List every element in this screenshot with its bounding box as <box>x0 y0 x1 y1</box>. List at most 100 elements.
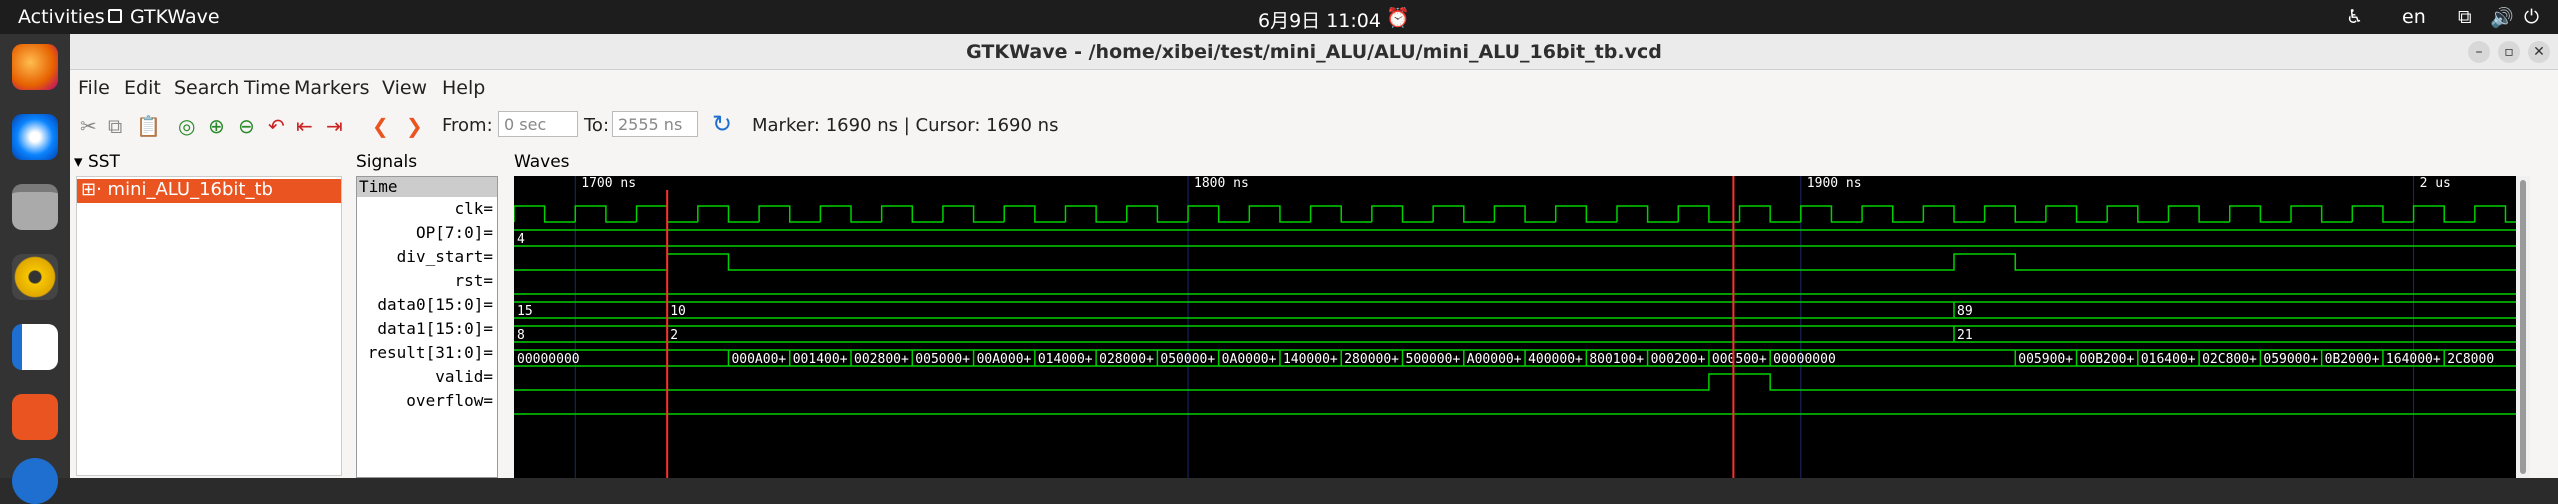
system-top-bar: Activities GTKWave 6月9日 11:04 ⏰ ♿ en ⧉ 🔊… <box>0 0 2558 34</box>
files-icon[interactable] <box>12 184 58 230</box>
undo-zoom-icon[interactable]: ↶ <box>268 114 285 138</box>
maximize-button[interactable]: ▫ <box>2498 41 2520 63</box>
minimize-button[interactable]: – <box>2468 41 2490 63</box>
result-value: 001400+ <box>793 352 848 367</box>
writer-icon[interactable] <box>12 324 58 370</box>
data0-value: 89 <box>1957 304 1973 319</box>
signals-list: Time clk= OP[7:0]= div_start= rst= data0… <box>356 176 498 478</box>
result-value: 140000+ <box>1283 352 1338 367</box>
gtkwave-window: GTKWave - /home/xibei/test/mini_ALU/ALU/… <box>70 34 2558 478</box>
close-button[interactable]: ✕ <box>2528 41 2550 63</box>
result-value: 005000+ <box>915 352 970 367</box>
time-label: 1700 ns <box>581 176 636 191</box>
signal-overflow[interactable]: overflow= <box>406 391 493 410</box>
result-value: 400000+ <box>1528 352 1583 367</box>
app-icon <box>108 9 122 23</box>
time-label: 1800 ns <box>1194 176 1249 191</box>
reload-icon[interactable]: ↻ <box>712 110 732 138</box>
language-indicator[interactable]: en <box>2402 6 2426 28</box>
signal-clk[interactable]: clk= <box>454 199 493 218</box>
menu-time[interactable]: Time <box>244 77 291 99</box>
menu-view[interactable]: View <box>382 77 427 99</box>
thunderbird-icon[interactable] <box>12 114 58 160</box>
module-icon: ⊞⋅ <box>81 179 108 200</box>
accessibility-icon[interactable]: ♿ <box>2346 6 2363 28</box>
from-field[interactable]: 0 sec <box>498 111 578 137</box>
waves-title: Waves <box>514 152 570 172</box>
result-value: 164000+ <box>2386 352 2441 367</box>
scrollbar-thumb <box>2520 180 2526 474</box>
result-value: 059000+ <box>2263 352 2318 367</box>
power-icon[interactable]: ⏻ <box>2524 6 2539 28</box>
to-label: To: <box>584 115 610 136</box>
window-title: GTKWave - /home/xibei/test/mini_ALU/ALU/… <box>966 41 1662 63</box>
menu-file[interactable]: File <box>78 77 110 99</box>
network-icon[interactable]: ⧉ <box>2458 6 2472 28</box>
result-value: 005900+ <box>2018 352 2073 367</box>
data0-value: 15 <box>517 304 533 319</box>
prev-edge-icon[interactable]: ❮ <box>372 114 389 138</box>
signal-valid[interactable]: valid= <box>435 367 493 386</box>
waves-panel: Waves 1700 ns 1800 ns 1900 ns 2 us 4 15 10 89 8 2… <box>514 152 2544 478</box>
result-value: 028000+ <box>1099 352 1154 367</box>
clock[interactable]: 6月9日 11:04 <box>1258 6 1381 33</box>
result-value: 00B200+ <box>2080 352 2135 367</box>
menu-search[interactable]: Search <box>174 77 239 99</box>
result-value: A00000+ <box>1467 352 1522 367</box>
result-value: 000A00+ <box>731 352 786 367</box>
signal-data0[interactable]: data0[15:0]= <box>377 295 493 314</box>
signal-result[interactable]: result[31:0]= <box>368 343 493 362</box>
help-icon[interactable] <box>12 458 58 504</box>
zoom-start-icon[interactable]: ⇤ <box>296 114 313 138</box>
menu-help[interactable]: Help <box>442 77 485 99</box>
sst-header[interactable]: ▾ SST <box>74 152 120 172</box>
zoom-in-icon[interactable]: ⊕ <box>208 114 225 138</box>
copy-icon[interactable]: ⧉ <box>108 114 122 138</box>
waveform-area[interactable]: 1700 ns 1800 ns 1900 ns 2 us 4 15 10 89 8 2 21 0000… <box>514 176 2530 478</box>
app-center-icon[interactable] <box>12 394 58 440</box>
zoom-out-icon[interactable]: ⊖ <box>238 114 255 138</box>
signal-op[interactable]: OP[7:0]= <box>416 223 493 242</box>
menu-edit[interactable]: Edit <box>124 77 161 99</box>
signal-data1[interactable]: data1[15:0]= <box>377 319 493 338</box>
result-value: 0B2000+ <box>2325 352 2380 367</box>
signal-rst[interactable]: rst= <box>454 271 493 290</box>
result-value: 500000+ <box>1406 352 1461 367</box>
result-value: 00000000 <box>517 352 580 367</box>
time-ruler <box>514 176 2530 190</box>
volume-icon[interactable]: 🔊 <box>2490 6 2514 29</box>
app-menu[interactable]: GTKWave <box>130 6 220 28</box>
rhythmbox-icon[interactable] <box>12 254 58 300</box>
activities-button[interactable]: Activities <box>18 6 105 28</box>
title-bar[interactable]: GTKWave - /home/xibei/test/mini_ALU/ALU/… <box>70 34 2558 70</box>
result-value: 0A0000+ <box>1222 352 1277 367</box>
cut-icon[interactable]: ✂ <box>80 114 97 138</box>
div-start-waveform <box>514 253 2530 271</box>
result-value: 00A000+ <box>977 352 1032 367</box>
menu-bar: File Edit Search Time Markers View Help <box>70 70 2558 104</box>
expander-icon[interactable]: ▾ <box>74 152 88 172</box>
signals-title: Signals <box>356 152 418 172</box>
result-value: 016400+ <box>2141 352 2196 367</box>
clk-waveform <box>514 205 2530 223</box>
waveform-canvas[interactable]: 1700 ns 1800 ns 1900 ns 2 us 4 15 10 89 8 2 21 0000… <box>514 176 2530 478</box>
zoom-fit-icon[interactable]: ◎ <box>178 114 195 138</box>
to-field[interactable]: 2555 ns <box>612 111 698 137</box>
sst-panel: ▾ SST ⊞⋅ mini_ALU_16bit_tb <box>74 152 344 478</box>
firefox-icon[interactable] <box>12 44 58 90</box>
signal-div-start[interactable]: div_start= <box>397 247 493 266</box>
data1-value: 2 <box>670 328 678 343</box>
from-label: From: <box>442 115 493 136</box>
sst-item-mini-alu-tb[interactable]: ⊞⋅ mini_ALU_16bit_tb <box>77 179 341 203</box>
zoom-end-icon[interactable]: ⇥ <box>326 114 343 138</box>
next-edge-icon[interactable]: ❯ <box>406 114 423 138</box>
paste-icon[interactable]: 📋 <box>136 114 161 138</box>
time-label: 2 us <box>2420 176 2451 191</box>
menu-markers[interactable]: Markers <box>294 77 370 99</box>
signals-time-header: Time <box>357 177 497 197</box>
dock <box>0 34 70 504</box>
result-value: 2C8000 <box>2447 352 2494 367</box>
valid-waveform <box>514 373 2530 391</box>
result-value: 002800+ <box>854 352 909 367</box>
alarm-icon: ⏰ <box>1386 7 1410 29</box>
